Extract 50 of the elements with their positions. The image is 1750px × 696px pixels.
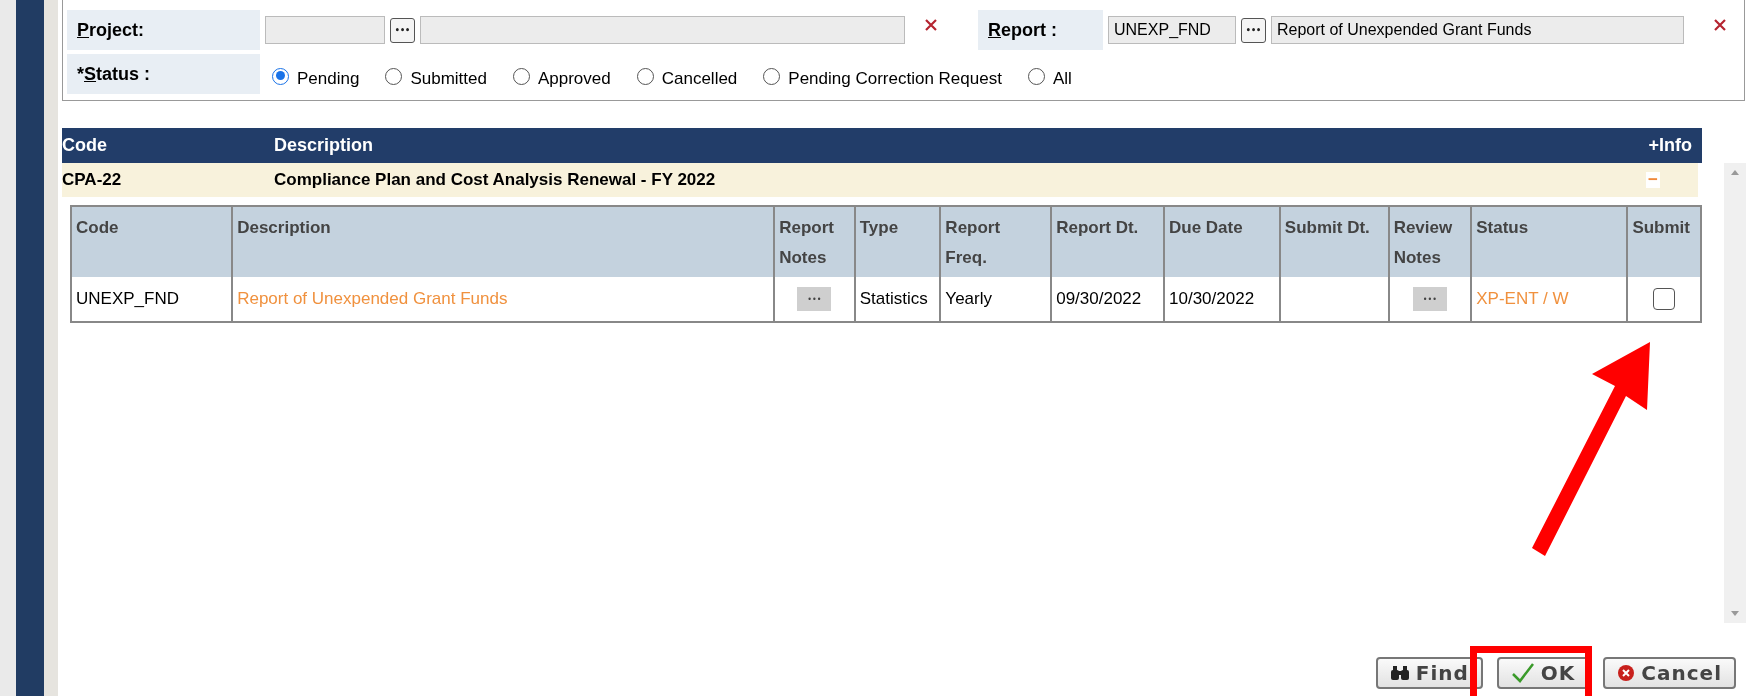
radio-option[interactable]: Cancelled [636,63,738,89]
column-header: Submit [1627,206,1701,277]
column-header: Submit Dt. [1279,206,1389,277]
table-cell: 09/30/2022 [1051,277,1164,322]
column-header: Code [71,206,233,277]
input-field[interactable] [420,16,905,44]
scrollbar[interactable] [1724,163,1746,623]
field-label: Project: [67,10,260,50]
browse-button[interactable]: ••• [390,17,415,43]
column-header: Status [1471,206,1628,277]
column-header: Description [232,206,775,277]
group-description: Compliance Plan and Cost Analysis Renewal - FY 2022 [274,170,717,190]
table-cell: 10/30/2022 [1164,277,1280,322]
group-row[interactable]: CPA-22 Compliance Plan and Cost Analysis Renewal - FY 2022 − [62,163,1698,197]
column-header: Description [274,135,375,156]
column-header: Type [854,206,941,277]
clear-icon [1713,18,1727,32]
clear-icon [924,18,938,32]
radio-option[interactable]: Submitted [385,63,487,89]
field-label: *Status : [67,54,260,94]
info-link[interactable]: +Info [1648,135,1702,156]
input-field[interactable] [265,16,385,44]
input-field[interactable]: UNEXP_FND [1108,16,1236,44]
column-header: Review Notes [1388,206,1472,277]
radio-option[interactable]: Pending Correction Request [763,63,1002,89]
find-button[interactable]: Find [1375,657,1483,689]
column-header: Due Date [1164,206,1280,277]
cancel-icon [1617,664,1636,682]
scroll-up-icon [1730,169,1740,175]
column-header: Report Dt. [1051,206,1164,277]
radio-option[interactable]: Pending [272,63,360,89]
notes-button[interactable]: ••• [1412,287,1447,312]
column-header: Code [62,135,108,156]
radio-option[interactable]: All [1027,63,1072,89]
column-header: Report Freq. [940,206,1052,277]
cancel-button[interactable]: Cancel [1603,657,1736,689]
column-header: Report Notes [774,206,855,277]
notes-button[interactable]: ••• [797,287,832,312]
table-cell: Yearly [940,277,1052,322]
input-field[interactable]: Report of Unexpended Grant Funds [1271,16,1684,44]
radio-option[interactable]: Approved [512,63,611,89]
browse-button[interactable]: ••• [1241,17,1266,43]
field-label: Report : [978,10,1103,50]
table-cell: Statistics [854,277,941,322]
scroll-down-icon [1730,611,1740,617]
binoculars-icon [1389,665,1410,681]
table-cell: UNEXP_FND [71,277,233,322]
submit-checkbox[interactable] [1653,288,1676,310]
checkmark-icon [1510,663,1535,683]
group-code: CPA-22 [62,170,123,190]
